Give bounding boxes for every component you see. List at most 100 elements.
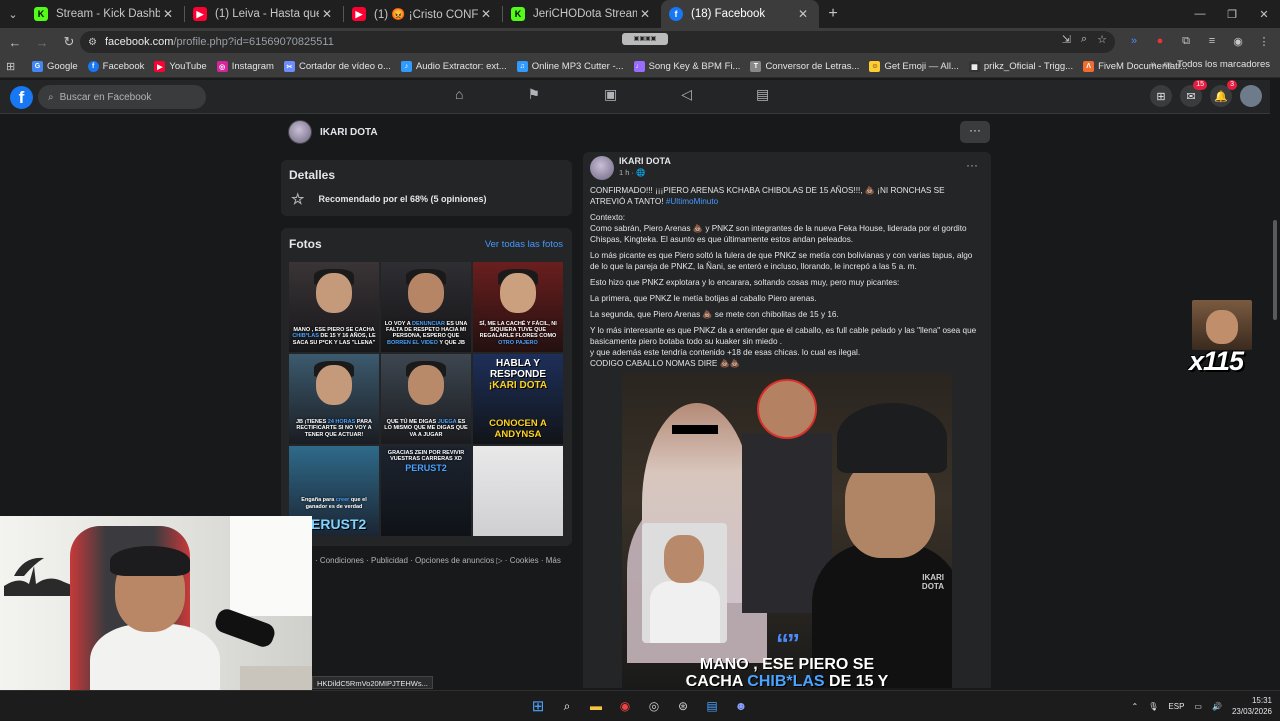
bookmark-item[interactable]: ▦ prikz_Oficial - Trigg... (968, 61, 1073, 72)
bookmark-item[interactable]: ◎ Instagram (216, 61, 274, 72)
back-icon[interactable]: ← (3, 30, 27, 54)
post-image[interactable]: IKARI DOTA “” MANO , ESE PIERO SE CACHA CH… (622, 373, 952, 688)
search-placeholder: Buscar en Facebook (59, 91, 152, 103)
recommendation-row[interactable]: ☆ Recomendado por el 68% (5 opiniones) (291, 190, 486, 208)
notepad-icon[interactable]: ▤ (702, 696, 722, 716)
bookmark-item[interactable]: ☺ Get Emoji — All... (869, 61, 959, 72)
post-author-name[interactable]: IKARI DOTA (619, 156, 671, 166)
facebook-logo-icon[interactable]: f (10, 86, 33, 109)
kebab-menu-icon[interactable]: ⋮ (1256, 30, 1272, 52)
tab-title: Stream - Kick Dashboard (56, 8, 160, 20)
photo-thumbnail[interactable]: GRACIAS ZEIN POR REVIVIR VUESTRAS CARRER… (381, 446, 471, 536)
menu-lines-icon[interactable]: ≡ (1204, 30, 1220, 52)
browser-tab[interactable]: K Stream - Kick Dashboard ✕ (26, 0, 184, 28)
footer-links[interactable]: · Condiciones · Publicidad · Opciones de… (315, 556, 561, 565)
zoom-icon[interactable]: ⌕ (1081, 33, 1087, 46)
photo-thumbnail[interactable]: MANO , ESE PIERO SE CACHA CHIB*LAS DE 15… (289, 262, 379, 352)
extension-icon[interactable]: ● (1152, 30, 1168, 52)
bookmark-item[interactable]: ✂ Cortador de vídeo o... (283, 61, 391, 72)
puzzle-icon[interactable]: ⧉ (1178, 30, 1194, 52)
bookmark-star-icon[interactable]: ☆ (1097, 33, 1107, 46)
music-icon: ♩ (633, 61, 645, 72)
pages-flag-icon[interactable]: ⚑ (527, 86, 540, 103)
discord-icon[interactable]: ☻ (731, 696, 751, 716)
photo-thumbnail[interactable]: SÍ, ME LA CACHÉ Y FÁCIL, NI SIQUIERA TUV… (473, 262, 563, 352)
post-timestamp[interactable]: 1 h · 🌐 (619, 168, 645, 177)
bookmark-item[interactable]: ♩ Song Key & BPM Fi... (633, 61, 740, 72)
photo-thumbnail[interactable] (473, 446, 563, 536)
see-all-photos-link[interactable]: Ver todas las fotos (485, 239, 563, 250)
close-icon[interactable]: ✕ (637, 7, 653, 21)
apps-grid-icon[interactable]: ⊞ (6, 60, 20, 73)
volume-icon[interactable]: 🔊 (1212, 702, 1222, 711)
close-icon[interactable]: ✕ (319, 7, 335, 21)
calendar-icon[interactable]: ▤ (756, 86, 769, 103)
minimize-icon[interactable]: — (1184, 0, 1216, 28)
forward-icon[interactable]: → (30, 30, 54, 54)
profile-more-button[interactable]: ··· (960, 121, 990, 143)
webcam-overlay (0, 516, 312, 706)
microphone-icon[interactable]: 🎙 (1148, 702, 1158, 711)
post-options-icon[interactable]: ··· (966, 158, 978, 172)
close-icon[interactable]: ✕ (795, 7, 811, 21)
extension-icon[interactable]: » (1126, 30, 1142, 52)
hashtag-link[interactable]: #UltimoMinuto (666, 197, 718, 206)
messenger-icon[interactable]: ✉ 15 (1180, 80, 1207, 107)
language-indicator[interactable]: ESP (1168, 702, 1184, 711)
file-explorer-icon[interactable]: ▬ (586, 696, 606, 716)
account-avatar[interactable] (1240, 85, 1262, 107)
close-icon[interactable]: ✕ (160, 7, 176, 21)
bookmark-item[interactable]: T Conversor de Letras... (750, 61, 859, 72)
photo-thumbnail[interactable]: JB ¡TIENES 24 HORAS PARA RECTIFICARTE SI… (289, 354, 379, 444)
page-scrollbar[interactable] (1270, 80, 1280, 690)
instagram-icon: ◎ (216, 61, 228, 72)
all-bookmarks-folder[interactable]: ▭ Todos los marcadores (1163, 59, 1270, 70)
bookmark-item[interactable]: G Google (32, 61, 78, 72)
close-icon[interactable]: ✕ (478, 7, 494, 21)
post-paragraph: Como sabrán, Piero Arenas 💩 y PNKZ son i… (590, 224, 967, 244)
bookmarks-overflow-icon[interactable]: » (1150, 59, 1156, 70)
facebook-search-input[interactable]: ⌕ Buscar en Facebook (38, 85, 206, 109)
menu-grid-icon[interactable]: ⊞ (1150, 85, 1172, 107)
network-icon[interactable]: ▭ (1194, 702, 1202, 711)
photo-thumbnail[interactable]: LO VOY A DENUNCIAR ES UNA FALTA DE RESPE… (381, 262, 471, 352)
clock[interactable]: 15:31 23/03/2026 (1232, 695, 1272, 717)
ads-icon[interactable]: ▣ (604, 86, 617, 103)
tray-chevron-icon[interactable]: ⌃ (1132, 702, 1139, 711)
browser-tab-active[interactable]: f (18) Facebook ✕ (661, 0, 819, 28)
bookmark-item[interactable]: ▶ YouTube (154, 61, 207, 72)
bookmark-item[interactable]: ♪ Audio Extractor: ext... (400, 61, 507, 72)
search-icon[interactable]: ⌕ (557, 696, 577, 716)
restore-icon[interactable]: ❐ (1216, 0, 1248, 28)
tab-search-button[interactable]: ⌄ (0, 0, 26, 28)
bookmark-item[interactable]: ♫ Online MP3 Cutter -... (516, 61, 624, 72)
site-info-icon[interactable]: ⚙ (88, 37, 97, 48)
reload-icon[interactable]: ↻ (57, 30, 81, 54)
post-author-avatar[interactable] (590, 156, 614, 180)
photo-thumbnail[interactable]: HABLA Y RESPONDE ¡KARI DOTA CONOCEN A AN… (473, 354, 563, 444)
profile-icon[interactable]: ◉ (1230, 30, 1246, 52)
reaction-face (1206, 310, 1238, 344)
scrollbar-thumb[interactable] (1273, 220, 1277, 320)
profile-avatar[interactable] (288, 120, 312, 144)
browser-tab[interactable]: ▶ (1) 😡 ¡Cristo CONFESÓ ser V3 ✕ (344, 0, 502, 28)
photo-thumbnail[interactable]: QUE TÚ ME DIGAS JUEGA ES LO MISMO QUE ME… (381, 354, 471, 444)
app-icon[interactable]: ⊛ (673, 696, 693, 716)
browser-tab-strip: ⌄ K Stream - Kick Dashboard ✕ ▶ (1) Leiv… (0, 0, 1280, 28)
megaphone-icon[interactable]: ◁ (681, 86, 692, 103)
tab-title: (1) Leiva - Hasta que me quede (215, 8, 319, 20)
photo-headline: HABLA Y RESPONDE ¡KARI DOTA (488, 358, 548, 391)
close-window-icon[interactable]: ✕ (1248, 0, 1280, 28)
browser-tab[interactable]: ▶ (1) Leiva - Hasta que me quede ✕ (185, 0, 343, 28)
obs-icon[interactable]: ◎ (644, 696, 664, 716)
windows-start-icon[interactable]: ⊞ (528, 696, 548, 716)
profile-name[interactable]: IKARI DOTA (320, 127, 378, 138)
install-icon[interactable]: ⇲ (1062, 33, 1071, 46)
chrome-icon[interactable]: ◉ (615, 696, 635, 716)
notifications-bell-icon[interactable]: 🔔 3 (1210, 80, 1237, 107)
address-bar[interactable]: ⚙ facebook.com/profile.php?id=6156907082… (80, 31, 1115, 53)
home-icon[interactable]: ⌂ (455, 86, 463, 103)
new-tab-button[interactable]: + (819, 5, 847, 23)
browser-tab[interactable]: K JeriCHODota Stream - Watch L ✕ (503, 0, 661, 28)
bookmark-item[interactable]: f Facebook (87, 61, 144, 72)
